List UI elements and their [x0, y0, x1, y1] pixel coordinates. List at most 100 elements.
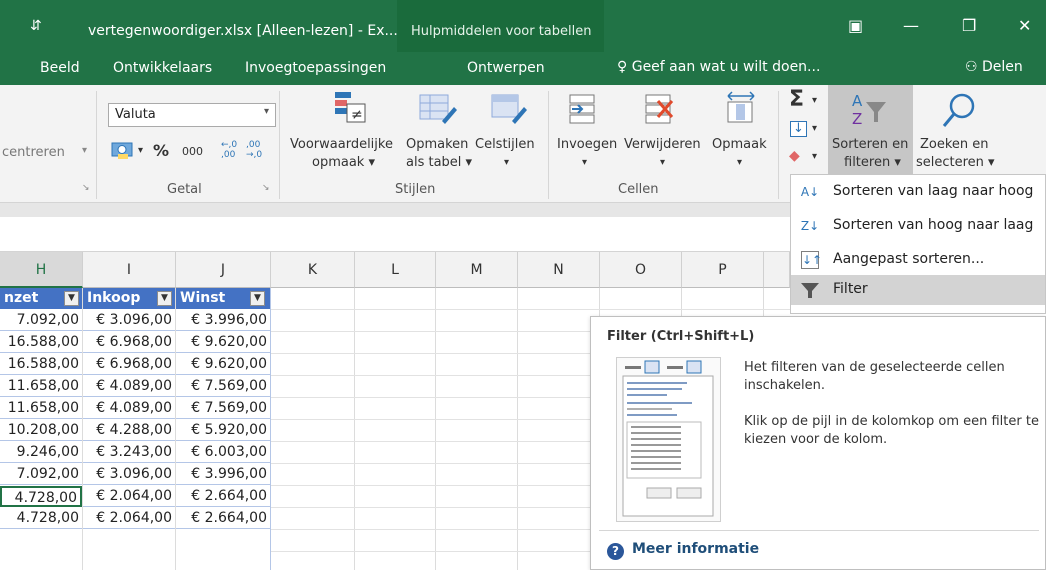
- filter-dropdown-icon[interactable]: ▼: [64, 291, 79, 306]
- magnifier-icon: [942, 93, 975, 127]
- table-cell[interactable]: € 3.096,00: [83, 310, 175, 331]
- column-header-h[interactable]: H: [0, 252, 83, 288]
- table-cell[interactable]: € 9.620,00: [176, 354, 270, 375]
- format-dropdown-arrow[interactable]: ▾: [737, 157, 742, 168]
- tab-invoegtoepassingen[interactable]: Invoegtoepassingen: [245, 60, 386, 76]
- table-cell[interactable]: € 2.664,00: [176, 486, 270, 507]
- comma-style-button[interactable]: 000: [182, 145, 203, 158]
- table-cell[interactable]: € 6.968,00: [83, 332, 175, 353]
- tab-ontwikkelaars[interactable]: Ontwikkelaars: [113, 60, 212, 76]
- percent-style-button[interactable]: %: [153, 141, 169, 160]
- quick-access-customize-icon[interactable]: ⇵: [30, 18, 42, 34]
- column-header-j[interactable]: J: [176, 252, 271, 288]
- insert-cells-icon: [569, 94, 595, 124]
- table-cell[interactable]: € 7.569,00: [176, 376, 270, 397]
- format-cells-label[interactable]: Opmaak: [712, 137, 767, 152]
- table-cell[interactable]: 10.208,00: [0, 420, 82, 441]
- currency-dropdown-arrow[interactable]: ▾: [138, 145, 143, 156]
- menu-item-sort-ascending[interactable]: A↓ Sorteren van laag naar hoog: [791, 177, 1045, 207]
- table-cell[interactable]: € 2.064,00: [83, 486, 175, 507]
- merge-center-label[interactable]: centreren: [2, 145, 65, 160]
- autosum-icon[interactable]: Σ: [789, 87, 804, 112]
- cell-styles-dropdown-arrow[interactable]: ▾: [504, 157, 509, 168]
- fill-dropdown-arrow[interactable]: ▾: [812, 123, 817, 134]
- more-info-link[interactable]: ? Meer informatie: [607, 541, 759, 560]
- conditional-formatting-label-1[interactable]: Voorwaardelijke: [290, 137, 393, 152]
- table-cell[interactable]: 16.588,00: [0, 332, 82, 353]
- table-cell[interactable]: 16.588,00: [0, 354, 82, 375]
- table-cell[interactable]: € 2.664,00: [176, 508, 270, 529]
- format-as-table-label-2[interactable]: als tabel ▾: [406, 155, 472, 170]
- sort-filter-label-1[interactable]: Sorteren en: [832, 137, 908, 152]
- sort-filter-label-2[interactable]: filteren ▾: [844, 155, 901, 170]
- minimize-button[interactable]: —: [903, 16, 919, 35]
- table-cell[interactable]: € 6.968,00: [83, 354, 175, 375]
- clear-eraser-icon[interactable]: ◆: [789, 148, 800, 164]
- delete-cells-label[interactable]: Verwijderen: [624, 137, 701, 152]
- filter-funnel-icon: [801, 283, 819, 298]
- column-header-k[interactable]: K: [271, 252, 355, 288]
- ribbon-display-options-icon[interactable]: ▣: [848, 16, 863, 35]
- column-header-l[interactable]: L: [355, 252, 436, 288]
- find-select-label-2[interactable]: selecteren ▾: [916, 155, 995, 170]
- menu-item-filter[interactable]: Filter: [791, 275, 1045, 305]
- table-cell[interactable]: 9.246,00: [0, 442, 82, 463]
- table-cell[interactable]: € 3.996,00: [176, 310, 270, 331]
- filter-dropdown-icon[interactable]: ▼: [250, 291, 265, 306]
- table-cell[interactable]: 7.092,00: [0, 464, 82, 485]
- delete-dropdown-arrow[interactable]: ▾: [660, 157, 665, 168]
- menu-item-sort-descending[interactable]: Z↓ Sorteren van hoog naar laag: [791, 211, 1045, 241]
- number-format-select[interactable]: Valuta ▾: [108, 103, 276, 127]
- filter-dropdown-icon[interactable]: ▼: [157, 291, 172, 306]
- table-cell[interactable]: € 4.288,00: [83, 420, 175, 441]
- table-cell[interactable]: 11.658,00: [0, 398, 82, 419]
- table-cell[interactable]: € 3.096,00: [83, 464, 175, 485]
- table-cell[interactable]: 4.728,00: [0, 508, 82, 529]
- table-cell[interactable]: € 2.064,00: [83, 508, 175, 529]
- column-header-i[interactable]: I: [83, 252, 176, 288]
- cell-styles-label[interactable]: Celstijlen: [475, 137, 535, 152]
- table-cell[interactable]: 11.658,00: [0, 376, 82, 397]
- table-header-omzet-label: nzet: [4, 290, 39, 306]
- format-as-table-label-1[interactable]: Opmaken: [406, 137, 468, 152]
- increase-decimal-icon[interactable]: ←,0 ,00: [221, 140, 239, 160]
- clear-dropdown-arrow[interactable]: ▾: [812, 151, 817, 162]
- currency-format-icon[interactable]: [110, 140, 136, 160]
- fill-icon[interactable]: ↓: [790, 121, 807, 137]
- restore-button[interactable]: ❐: [962, 16, 976, 35]
- merge-dropdown-arrow[interactable]: ▾: [82, 145, 87, 156]
- table-cell[interactable]: € 9.620,00: [176, 332, 270, 353]
- insert-cells-label[interactable]: Invoegen: [557, 137, 617, 152]
- table-cell[interactable]: € 5.920,00: [176, 420, 270, 441]
- number-dialog-launcher-icon[interactable]: ↘: [262, 183, 270, 193]
- tell-me-box[interactable]: ♀ Geef aan wat u wilt doen...: [617, 59, 820, 75]
- formula-bar[interactable]: [0, 217, 790, 252]
- column-header-partial[interactable]: [764, 252, 790, 288]
- conditional-formatting-label-2[interactable]: opmaak ▾: [312, 155, 375, 170]
- share-button[interactable]: ⚇ Delen: [965, 59, 1023, 75]
- menu-item-custom-sort[interactable]: ↓↑ Aangepast sorteren...: [791, 245, 1045, 275]
- table-cell[interactable]: € 4.089,00: [83, 398, 175, 419]
- tab-beeld[interactable]: Beeld: [40, 60, 80, 76]
- autosum-dropdown-arrow[interactable]: ▾: [812, 95, 817, 106]
- tab-ontwerpen[interactable]: Ontwerpen: [467, 60, 545, 76]
- active-cell[interactable]: 4.728,00: [0, 486, 82, 507]
- table-cell[interactable]: € 3.243,00: [83, 442, 175, 463]
- column-header-n[interactable]: N: [518, 252, 600, 288]
- alignment-dialog-launcher-icon[interactable]: ↘: [82, 183, 90, 193]
- format-as-table-icon: [419, 94, 457, 124]
- close-button[interactable]: ✕: [1018, 16, 1031, 35]
- insert-dropdown-arrow[interactable]: ▾: [582, 157, 587, 168]
- window-title: vertegenwoordiger.xlsx [Alleen-lezen] - …: [88, 23, 398, 39]
- find-select-label-1[interactable]: Zoeken en: [920, 137, 989, 152]
- column-header-m[interactable]: M: [436, 252, 518, 288]
- column-header-p[interactable]: P: [682, 252, 764, 288]
- table-cell[interactable]: € 7.569,00: [176, 398, 270, 419]
- table-cell[interactable]: 7.092,00: [0, 310, 82, 331]
- table-cell[interactable]: € 6.003,00: [176, 442, 270, 463]
- decrease-decimal-icon[interactable]: ,00 →,0: [246, 140, 264, 160]
- table-cell[interactable]: € 3.996,00: [176, 464, 270, 485]
- group-separator: [778, 91, 779, 199]
- table-cell[interactable]: € 4.089,00: [83, 376, 175, 397]
- column-header-o[interactable]: O: [600, 252, 682, 288]
